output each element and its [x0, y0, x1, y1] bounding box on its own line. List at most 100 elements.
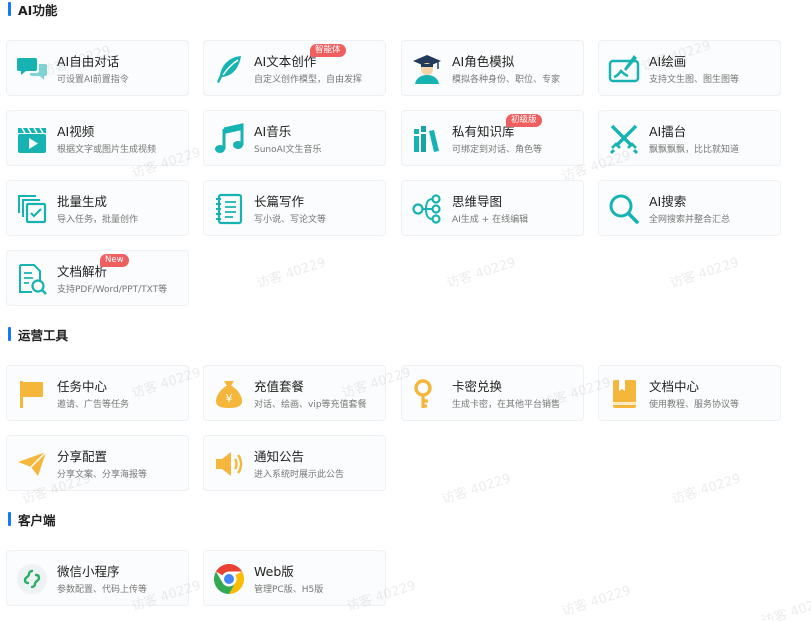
card-title: 卡密兑换 [452, 379, 503, 394]
section-title: AI功能 [18, 2, 58, 18]
section-title: 客户端 [18, 512, 56, 528]
card-description: AI生成 + 在线编辑 [452, 215, 529, 225]
wechat-miniprogram-icon [16, 563, 48, 595]
card-title: AI音乐 [254, 124, 292, 139]
chrome-icon [213, 563, 245, 595]
card-share-config[interactable]: 分享配置 分享文案、分享海报等 [6, 435, 189, 491]
book-icon [608, 378, 640, 410]
card-description: 自定义创作模型，自由发挥 [254, 75, 363, 85]
card-ai-search[interactable]: AI搜索 全网搜索并整合汇总 [598, 180, 781, 236]
card-description: 分享文案、分享海报等 [57, 470, 148, 480]
card-description: 可绑定到对话、角色等 [452, 145, 543, 155]
card-recharge[interactable]: ¥ 充值套餐 对话、绘画、vip等充值套餐 [203, 365, 386, 421]
video-clapper-icon [16, 123, 48, 155]
watermark-text: 访客 40229 [255, 255, 328, 292]
card-title: 批量生成 [57, 194, 108, 209]
document-search-icon [16, 263, 48, 295]
card-description: 对话、绘画、vip等充值套餐 [254, 400, 367, 410]
section-accent-bar [8, 2, 11, 16]
card-title: AI搜索 [649, 194, 687, 209]
card-doc-parse[interactable]: 文档解析 支持PDF/Word/PPT/TXT等 New [6, 250, 189, 306]
card-ai-roleplay[interactable]: AI角色模拟 模拟各种身份、职位、专家 [401, 40, 584, 96]
music-note-icon [213, 123, 245, 155]
card-mindmap[interactable]: 思维导图 AI生成 + 在线编辑 [401, 180, 584, 236]
card-description: 写小说、写论文等 [254, 215, 327, 225]
card-description: 生成卡密，在其他平台销售 [452, 400, 561, 410]
card-description: 飘飘飘飘，比比就知道 [649, 145, 740, 155]
card-title: AI视频 [57, 124, 95, 139]
magnifier-icon [608, 193, 640, 225]
money-bag-icon: ¥ [213, 378, 245, 410]
card-title: AI角色模拟 [452, 54, 515, 69]
card-title: 任务中心 [57, 379, 108, 394]
card-batch-generate[interactable]: 批量生成 导入任务，批量创作 [6, 180, 189, 236]
section-header-client: 客户端 [8, 511, 56, 528]
svg-text:¥: ¥ [226, 392, 233, 405]
card-title: AI自由对话 [57, 54, 120, 69]
watermark-text: 访客 40229 [760, 593, 811, 621]
card-doc-center[interactable]: 文档中心 使用教程、服务协议等 [598, 365, 781, 421]
section-header-ops: 运营工具 [8, 326, 69, 343]
card-ai-chat[interactable]: AI自由对话 可设置AI前置指令 [6, 40, 189, 96]
watermark-text: 访客 40229 [445, 255, 518, 292]
card-ai-painting[interactable]: AI绘画 支持文生图、图生图等 [598, 40, 781, 96]
card-description: 支持文生图、图生图等 [649, 75, 740, 85]
card-ai-video[interactable]: AI视频 根据文字或图片生成视频 [6, 110, 189, 166]
tier-badge: 初级版 [506, 114, 542, 127]
card-web-version[interactable]: Web版 管理PC版、H5版 [203, 550, 386, 606]
card-ai-music[interactable]: AI音乐 SunoAI文生音乐 [203, 110, 386, 166]
card-title: Web版 [254, 564, 294, 579]
card-title: 分享配置 [57, 449, 108, 464]
card-ai-arena[interactable]: AI擂台 飘飘飘飘，比比就知道 [598, 110, 781, 166]
speaker-icon [213, 448, 245, 480]
card-description: 模拟各种身份、职位、专家 [452, 75, 561, 85]
card-title: 文档中心 [649, 379, 700, 394]
card-description: 管理PC版、H5版 [254, 585, 324, 595]
card-title: 长篇写作 [254, 194, 305, 209]
card-description: 根据文字或图片生成视频 [57, 145, 157, 155]
card-title: AI绘画 [649, 54, 687, 69]
card-notice[interactable]: 通知公告 进入系统时展示此公告 [203, 435, 386, 491]
card-description: 全网搜索并整合汇总 [649, 215, 731, 225]
crossed-swords-icon [608, 123, 640, 155]
card-title: 通知公告 [254, 449, 305, 464]
card-description: 邀请、广告等任务 [57, 400, 130, 410]
card-knowledge-base[interactable]: 私有知识库 可绑定到对话、角色等 初级版 [401, 110, 584, 166]
card-description: SunoAI文生音乐 [254, 145, 322, 155]
key-icon [411, 378, 443, 410]
flag-icon [16, 378, 48, 410]
card-card-code[interactable]: 卡密兑换 生成卡密，在其他平台销售 [401, 365, 584, 421]
card-title: 微信小程序 [57, 564, 120, 579]
books-icon [411, 123, 443, 155]
card-description: 参数配置、代码上传等 [57, 585, 148, 595]
card-description: 导入任务，批量创作 [57, 215, 139, 225]
section-accent-bar [8, 327, 11, 341]
chat-bubbles-icon [16, 53, 48, 85]
card-title: 思维导图 [452, 194, 503, 209]
card-wechat-miniprogram[interactable]: 微信小程序 参数配置、代码上传等 [6, 550, 189, 606]
new-badge: New [100, 254, 129, 267]
card-title: AI擂台 [649, 124, 687, 139]
paper-plane-icon [16, 448, 48, 480]
card-task-center[interactable]: 任务中心 邀请、广告等任务 [6, 365, 189, 421]
graduate-icon [411, 53, 443, 85]
card-description: 支持PDF/Word/PPT/TXT等 [57, 285, 168, 295]
agent-badge: 智能体 [310, 44, 346, 57]
section-accent-bar [8, 512, 11, 526]
paint-brush-icon [608, 53, 640, 85]
stacked-checklist-icon [16, 193, 48, 225]
card-description: 进入系统时展示此公告 [254, 470, 345, 480]
section-title: 运营工具 [18, 327, 69, 343]
card-long-writing[interactable]: 长篇写作 写小说、写论文等 [203, 180, 386, 236]
watermark-text: 访客 40229 [670, 471, 743, 508]
card-title: 充值套餐 [254, 379, 305, 394]
card-title: AI文本创作 [254, 54, 317, 69]
watermark-text: 访客 40229 [668, 255, 741, 292]
notebook-icon [213, 193, 245, 225]
card-description: 使用教程、服务协议等 [649, 400, 740, 410]
section-header-ai: AI功能 [8, 1, 58, 18]
feather-pen-icon [213, 53, 245, 85]
card-ai-writing[interactable]: AI文本创作 自定义创作模型，自由发挥 智能体 [203, 40, 386, 96]
card-description: 可设置AI前置指令 [57, 75, 129, 85]
watermark-text: 访客 40229 [440, 471, 513, 508]
